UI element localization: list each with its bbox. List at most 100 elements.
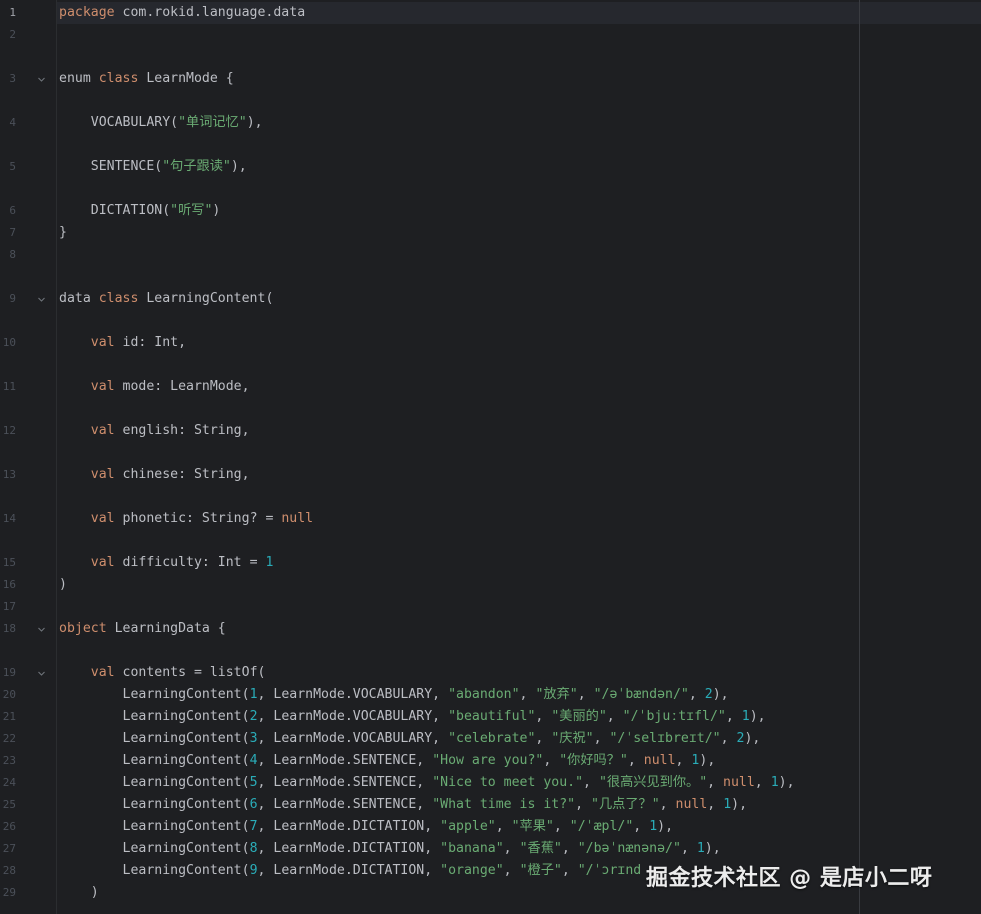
line-number: 20 <box>2 688 16 701</box>
string-token: "很高兴见到你。" <box>598 775 708 790</box>
code-line[interactable]: 14 val phonetic: String? = null <box>0 508 981 530</box>
string-token: "你好吗？" <box>559 753 628 768</box>
identifier-token: , <box>561 863 578 878</box>
identifier-token: ), <box>749 709 766 724</box>
string-token: "celebrate" <box>448 731 536 746</box>
code-line[interactable]: 21 LearningContent(2, LearnMode.VOCABULA… <box>0 706 981 728</box>
identifier-token: ), <box>712 687 729 702</box>
code-line[interactable]: 11 val mode: LearnMode, <box>0 376 981 398</box>
identifier-token <box>59 423 91 438</box>
number-token: 5 <box>249 775 258 790</box>
identifier-token: , <box>543 753 560 768</box>
code-line[interactable]: 6 DICTATION("听写") <box>0 200 981 222</box>
code-line[interactable]: 10 val id: Int, <box>0 332 981 354</box>
identifier-token: , <box>680 841 697 856</box>
string-token: "apple" <box>440 819 496 834</box>
string-token: "放弃" <box>535 687 578 702</box>
code-text: val phonetic: String? = null <box>59 511 313 527</box>
code-text: ) <box>59 885 99 901</box>
identifier-token: ), <box>744 731 761 746</box>
identifier-token: SENTENCE( <box>59 159 163 174</box>
identifier-token: difficulty: Int = <box>114 555 266 570</box>
code-line[interactable]: 1 package com.rokid.language.data <box>0 2 981 24</box>
string-token: "苹果" <box>511 819 554 834</box>
fold-chevron-icon[interactable] <box>37 669 46 678</box>
code-text: } <box>59 225 67 241</box>
string-token: "orange" <box>440 863 504 878</box>
code-text: LearningContent(8, LearnMode.DICTATION, … <box>59 841 721 857</box>
code-line[interactable]: 8 <box>0 244 981 266</box>
code-text: val english: String, <box>59 423 250 439</box>
code-line[interactable]: 15 val difficulty: Int = 1 <box>0 552 981 574</box>
identifier-token: , <box>503 841 520 856</box>
code-line[interactable]: 20 LearningContent(1, LearnMode.VOCABULA… <box>0 684 981 706</box>
fold-chevron-icon[interactable] <box>37 75 46 84</box>
number-token: 6 <box>249 797 258 812</box>
string-token: "Nice to meet you." <box>432 775 584 790</box>
number-token: 1 <box>696 841 705 856</box>
code-line[interactable]: 19 val contents = listOf( <box>0 662 981 684</box>
code-editor[interactable]: 1 package com.rokid.language.data 2 3 enum c… <box>0 0 981 914</box>
code-line[interactable]: 22 LearningContent(3, LearnMode.VOCABULA… <box>0 728 981 750</box>
identifier-token: , <box>561 841 578 856</box>
identifier-token: , <box>519 687 536 702</box>
identifier-token: , LearnMode.VOCABULARY, <box>257 709 449 724</box>
identifier-token: data <box>59 291 99 306</box>
line-number: 14 <box>2 512 16 525</box>
identifier-token: , <box>535 709 552 724</box>
line-number: 26 <box>2 820 16 833</box>
code-text: val difficulty: Int = 1 <box>59 555 274 571</box>
identifier-token: , LearnMode.VOCABULARY, <box>257 731 449 746</box>
identifier-token: id: Int, <box>114 335 187 350</box>
string-token: "句子跟读" <box>162 159 231 174</box>
code-line[interactable]: 18 object LearningData { <box>0 618 981 640</box>
identifier-token: LearningContent( <box>59 863 250 878</box>
code-line[interactable]: 9 data class LearningContent( <box>0 288 981 310</box>
line-number: 27 <box>2 842 16 855</box>
identifier-token: ), <box>657 819 674 834</box>
code-line[interactable]: 12 val english: String, <box>0 420 981 442</box>
string-token: "/ˈæpl/" <box>569 819 634 834</box>
identifier-token: ) <box>212 203 221 218</box>
identifier-token <box>59 335 91 350</box>
string-token: "abandon" <box>448 687 520 702</box>
code-line[interactable]: 23 LearningContent(4, LearnMode.SENTENCE… <box>0 750 981 772</box>
code-text: SENTENCE("句子跟读"), <box>59 159 247 175</box>
fold-chevron-icon[interactable] <box>37 295 46 304</box>
code-line[interactable]: 7} <box>0 222 981 244</box>
line-number: 2 <box>9 28 16 41</box>
code-line[interactable]: 24 LearningContent(5, LearnMode.SENTENCE… <box>0 772 981 794</box>
code-text: val id: Int, <box>59 335 186 351</box>
code-line[interactable]: 4 VOCABULARY("单词记忆"), <box>0 112 981 134</box>
code-line[interactable]: 27 LearningContent(8, LearnMode.DICTATIO… <box>0 838 981 860</box>
line-number: 29 <box>2 886 16 899</box>
keyword-token: val <box>90 423 115 438</box>
line-number: 25 <box>2 798 16 811</box>
code-line[interactable]: 13 val chinese: String, <box>0 464 981 486</box>
code-text: LearningContent(3, LearnMode.VOCABULARY,… <box>59 731 761 747</box>
line-number: 4 <box>9 116 16 129</box>
identifier-token: LearningData { <box>106 621 226 636</box>
string-token: "单词记忆" <box>178 115 247 130</box>
code-line[interactable]: 2 <box>0 24 981 46</box>
code-line[interactable]: 16) <box>0 574 981 596</box>
code-line[interactable]: 5 SENTENCE("句子跟读"), <box>0 156 981 178</box>
identifier-token: , <box>535 731 552 746</box>
code-line[interactable]: 3 enum class LearnMode { <box>0 68 981 90</box>
identifier-token: , <box>754 775 771 790</box>
identifier-token: com.rokid.language.data <box>114 5 306 20</box>
code-text: val contents = listOf( <box>59 665 266 681</box>
code-line[interactable]: 25 LearningContent(6, LearnMode.SENTENCE… <box>0 794 981 816</box>
code-text: LearningContent(7, LearnMode.DICTATION, … <box>59 819 674 835</box>
identifier-token <box>59 511 91 526</box>
string-token: "/ˈselɪbreɪt/" <box>609 731 721 746</box>
string-token: "/ˈbjuːtɪfl/" <box>622 709 726 724</box>
line-number: 10 <box>2 336 16 349</box>
identifier-token <box>59 555 91 570</box>
line-number: 12 <box>2 424 16 437</box>
identifier-token: LearningContent( <box>59 797 250 812</box>
code-line[interactable]: 17 <box>0 596 981 618</box>
fold-chevron-icon[interactable] <box>37 625 46 634</box>
identifier-token: chinese: String, <box>114 467 250 482</box>
code-line[interactable]: 26 LearningContent(7, LearnMode.DICTATIO… <box>0 816 981 838</box>
